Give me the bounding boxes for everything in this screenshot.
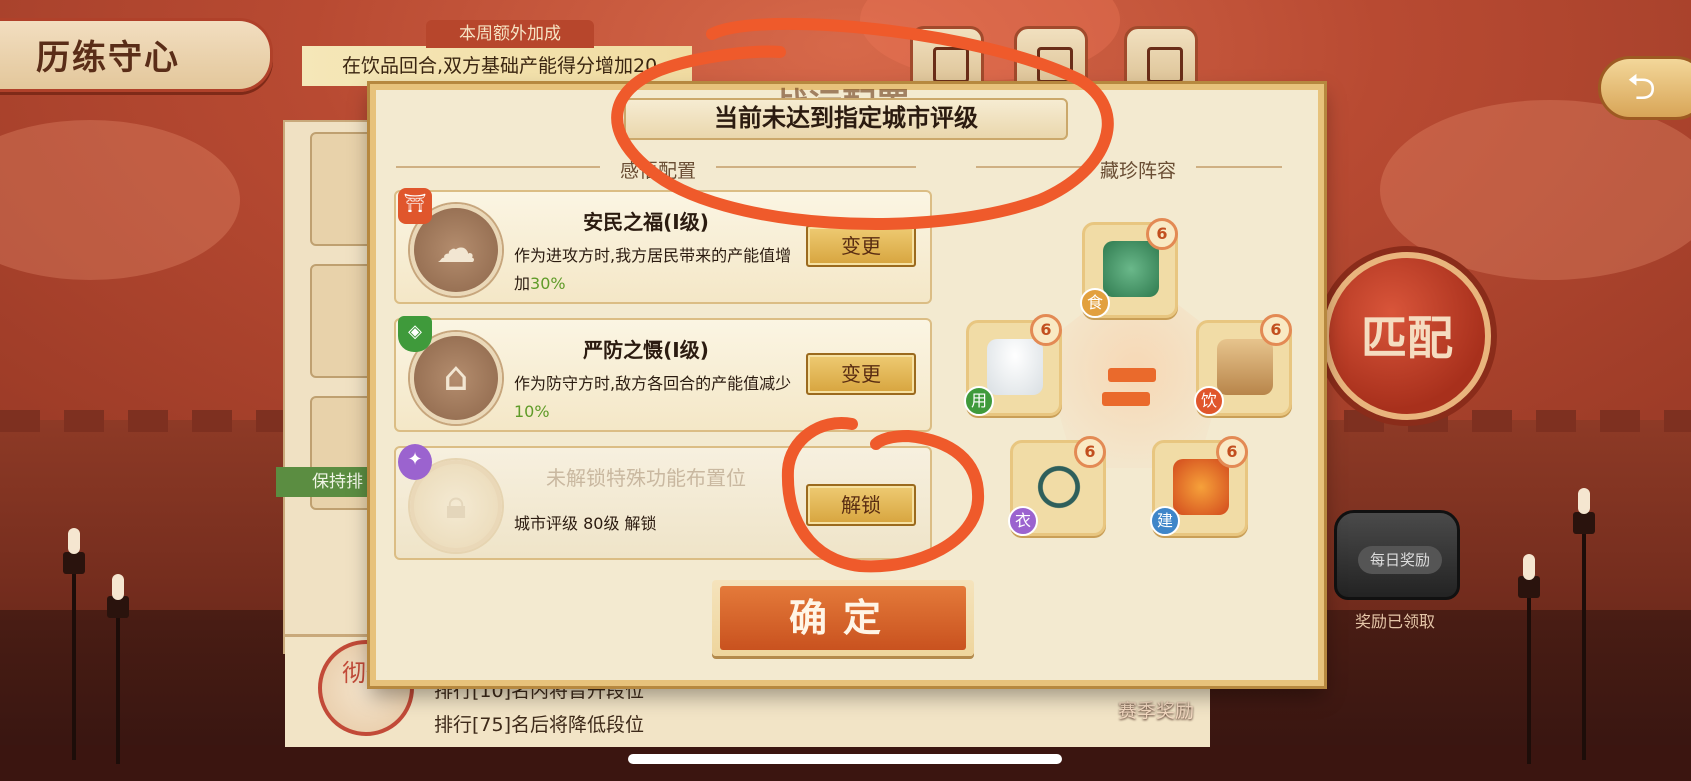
item-level-badge: 6 (1030, 314, 1062, 346)
section-divider (716, 166, 916, 168)
item-category-badge: 饮 (1194, 386, 1224, 416)
defense-shield-icon: ◈ (398, 316, 432, 352)
section-right-label: 藏珍阵容 (1100, 160, 1177, 182)
bead-bracelet-icon (1031, 459, 1087, 515)
home-indicator[interactable] (628, 754, 1062, 764)
lamp-post (1582, 520, 1586, 760)
game-screen: 历练守心 在饮品回合,双方基础产能得分增加20 本周额外加成 ⮌ 匹配 每日奖励… (0, 0, 1691, 781)
card-description: 作为防守方时,敌方各回合的产能值减少10% (514, 374, 792, 421)
candle-icon (112, 574, 124, 600)
candle-icon (68, 528, 80, 554)
section-left-label: 感悟配置 (620, 160, 697, 182)
screen-title: 历练守心 (36, 38, 180, 78)
section-divider (396, 166, 600, 168)
back-button[interactable]: ⮌ (1598, 56, 1691, 120)
dialog-title: 当前未达到指定城市评级 (714, 104, 978, 132)
jade-dog-figurine-icon (1103, 241, 1159, 297)
candle-icon (1523, 554, 1535, 580)
item-category-badge: 建 (1150, 506, 1180, 536)
season-reward-button[interactable]: 赛季奖励 (1096, 696, 1216, 723)
candle-icon (1578, 488, 1590, 514)
item-category-badge: 衣 (1008, 506, 1038, 536)
match-label: 匹配 (1361, 311, 1453, 365)
white-bowl-icon (987, 339, 1043, 395)
card-name: 严防之慑(I级) (583, 338, 709, 362)
swap-arrows-icon[interactable] (1098, 360, 1160, 416)
special-badge-icon: ✦ (398, 444, 432, 480)
back-arrow-icon: ⮌ (1627, 67, 1656, 108)
unlock-requirement: 城市评级 80级 解锁 (514, 514, 657, 533)
buff-card-locked: 🔒︎ 未解锁特殊功能布置位 城市评级 80级 解锁 解锁 (394, 446, 932, 560)
card-description: 作为进攻方时,我方居民带来的产能值增加30% (514, 246, 792, 293)
confirm-label: 确定 (788, 596, 897, 640)
buff-card-attack: ☁ 安民之福(I级) 作为进攻方时,我方居民带来的产能值增加30% 变更 (394, 190, 932, 304)
change-button[interactable]: 变更 (806, 353, 916, 395)
daily-reward-label: 每日奖励 (1358, 546, 1442, 574)
item-level-badge: 6 (1216, 436, 1248, 468)
buff-card-defense: ⌂ 严防之慑(I级) 作为防守方时,敌方各回合的产能值减少10% 变更 (394, 318, 932, 432)
card-name: 安民之福(I级) (583, 210, 709, 234)
lotus-flame-icon (1173, 459, 1229, 515)
item-category-badge: 食 (1080, 288, 1110, 318)
weekly-bonus-text: 在饮品回合,双方基础产能得分增加20 (302, 46, 692, 86)
confirm-button[interactable]: 确定 (712, 580, 974, 656)
daily-reward-status: 奖励已领取 (1354, 612, 1435, 631)
lamp-post (116, 604, 120, 764)
section-divider (976, 166, 1092, 168)
card-name: 未解锁特殊功能布置位 (546, 466, 746, 490)
item-level-badge: 6 (1146, 218, 1178, 250)
lamp-holder (63, 552, 85, 574)
attack-badge-icon: ⛩ (398, 188, 432, 224)
lamp-post (72, 560, 76, 760)
item-category-badge: 用 (964, 386, 994, 416)
section-divider (1196, 166, 1282, 168)
lantern-box-icon (1217, 339, 1273, 395)
item-level-badge: 6 (1074, 436, 1106, 468)
lamp-holder (1573, 512, 1595, 534)
lamp-post (1527, 584, 1531, 764)
change-button[interactable]: 变更 (806, 225, 916, 267)
match-button[interactable]: 匹配 (1323, 252, 1491, 420)
item-level-badge: 6 (1260, 314, 1292, 346)
rank-rule-demote: 排行[75]名后将降低段位 (434, 714, 645, 736)
weekly-bonus-tag: 本周额外加成 (426, 20, 594, 48)
unlock-button[interactable]: 解锁 (806, 484, 916, 526)
